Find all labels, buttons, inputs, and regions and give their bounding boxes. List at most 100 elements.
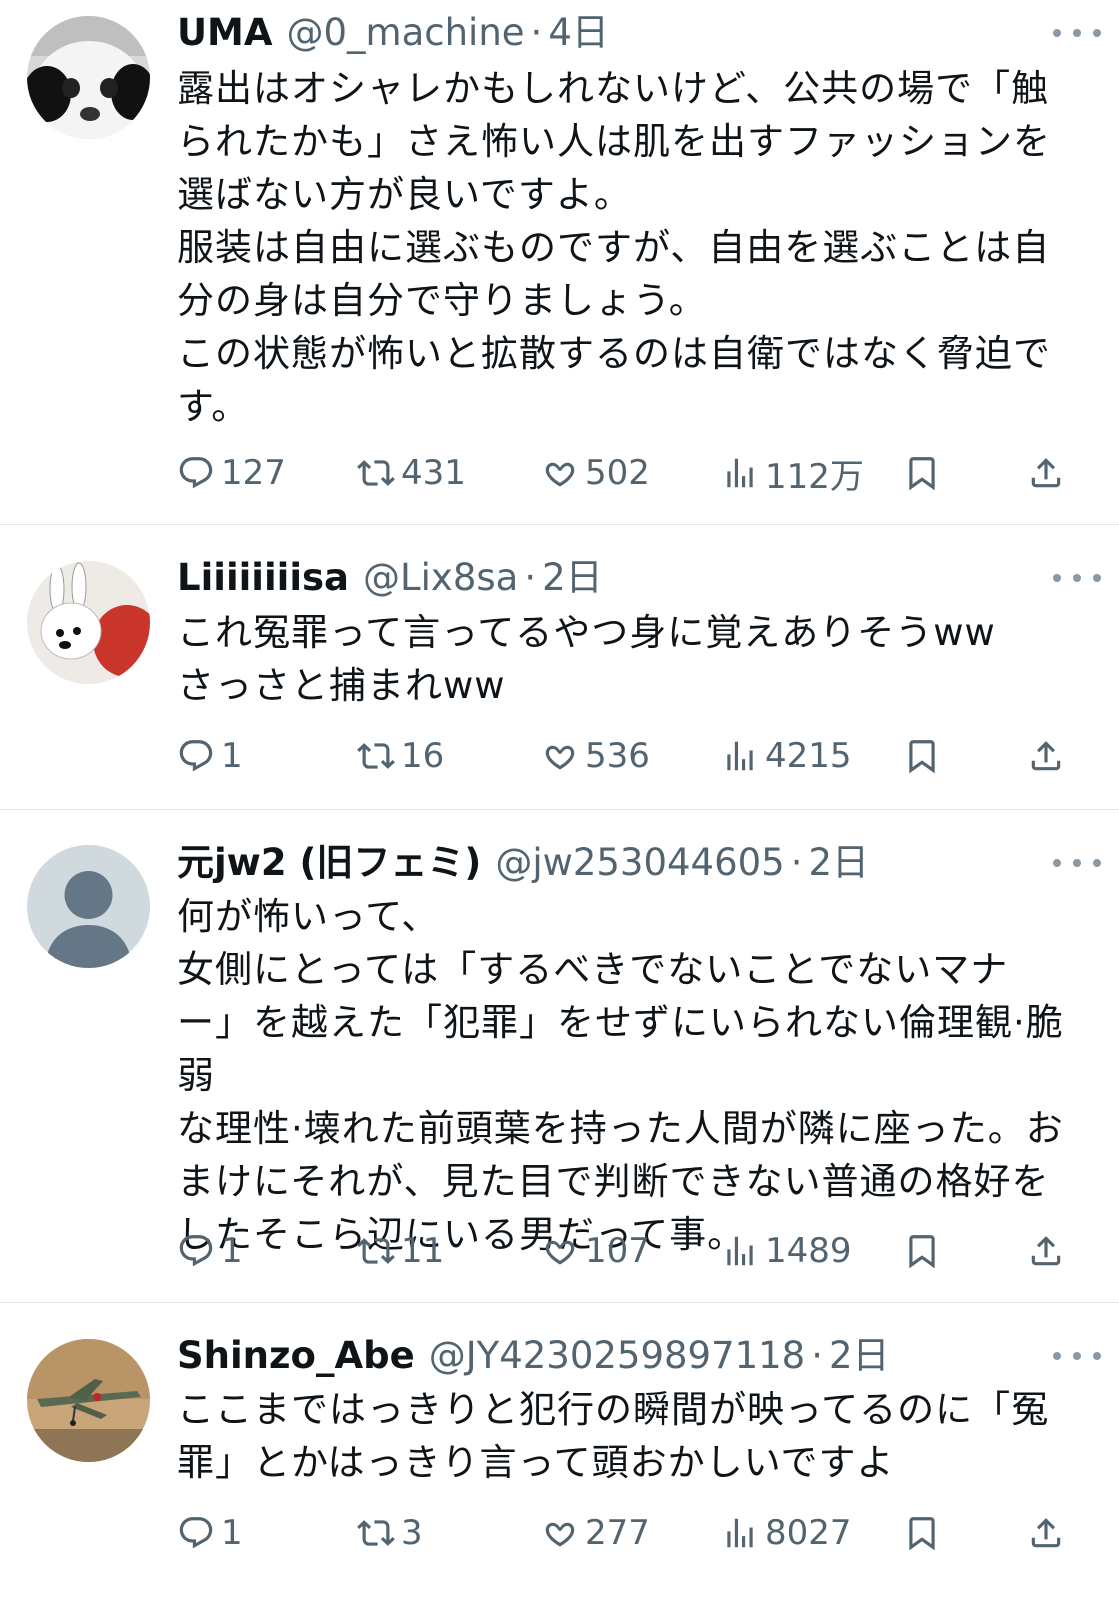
timestamp[interactable]: 2日 bbox=[542, 553, 603, 603]
share-button[interactable] bbox=[1027, 448, 1065, 498]
reply-count: 127 bbox=[221, 453, 286, 493]
retweet-button[interactable]: 11 bbox=[357, 1226, 444, 1276]
reply-count: 1 bbox=[221, 1513, 243, 1553]
like-button[interactable]: 277 bbox=[541, 1508, 650, 1558]
like-button[interactable]: 502 bbox=[541, 448, 650, 498]
timestamp[interactable]: 4日 bbox=[548, 8, 609, 58]
tweet-header: UMA @0_machine · 4日 bbox=[177, 8, 1101, 58]
tweet-text: 露出はオシャレかもしれないけど、公共の場で「触 られたかも」さえ怖い人は肌を出す… bbox=[177, 67, 1051, 428]
share-button[interactable] bbox=[1027, 1226, 1065, 1276]
bookmark-icon bbox=[909, 457, 935, 491]
share-icon bbox=[1031, 741, 1061, 771]
bookmark-icon bbox=[909, 1235, 935, 1269]
retweet-icon bbox=[357, 743, 395, 769]
views-count: 8027 bbox=[765, 1513, 852, 1553]
user-handle[interactable]: @0_machine bbox=[287, 8, 525, 58]
like-button[interactable]: 536 bbox=[541, 731, 650, 781]
more-icon[interactable] bbox=[1053, 563, 1101, 593]
retweet-count: 11 bbox=[401, 1231, 445, 1271]
bookmark-button[interactable] bbox=[903, 1508, 941, 1558]
vintage-airplane-avatar-icon bbox=[27, 1339, 150, 1462]
display-name[interactable]: 元jw2 (旧フェミ) bbox=[177, 838, 481, 888]
display-name[interactable]: Shinzo_Abe bbox=[177, 1331, 415, 1381]
views-button[interactable]: 1489 bbox=[721, 1226, 852, 1276]
avatar[interactable] bbox=[27, 845, 150, 968]
tweet-header: Shinzo_Abe @JY4230259897118 · 2日 bbox=[177, 1331, 1101, 1381]
separator: · bbox=[790, 841, 803, 884]
retweet-icon bbox=[357, 460, 395, 486]
share-icon bbox=[1031, 1518, 1061, 1548]
reply-button[interactable]: 127 bbox=[177, 448, 286, 498]
retweet-icon bbox=[357, 1520, 395, 1546]
action-bar: 1 16 536 4215 bbox=[177, 731, 1119, 781]
more-icon[interactable] bbox=[1053, 18, 1101, 48]
retweet-count: 3 bbox=[401, 1513, 423, 1553]
views-count: 1489 bbox=[765, 1231, 852, 1271]
bookmark-button[interactable] bbox=[903, 448, 941, 498]
tweet[interactable]: 元jw2 (旧フェミ) @jw253044605 · 2日 何が怖いって、 女側… bbox=[0, 810, 1119, 1303]
user-handle[interactable]: @jw253044605 bbox=[495, 838, 784, 888]
share-icon bbox=[1031, 458, 1061, 488]
user-handle[interactable]: @JY4230259897118 bbox=[429, 1331, 806, 1381]
tweet-feed: UMA @0_machine · 4日 露出はオシャレかもしれないけど、公共の場… bbox=[0, 0, 1119, 1613]
heart-icon bbox=[545, 1522, 575, 1547]
reply-count: 1 bbox=[221, 1231, 243, 1271]
reply-icon bbox=[179, 1517, 213, 1549]
share-button[interactable] bbox=[1027, 1508, 1065, 1558]
views-button[interactable]: 4215 bbox=[721, 731, 852, 781]
bookmark-icon bbox=[909, 1517, 935, 1551]
like-count: 536 bbox=[585, 736, 650, 776]
views-icon bbox=[727, 1518, 753, 1548]
panda-plush-avatar-icon bbox=[27, 16, 150, 139]
views-icon bbox=[727, 1236, 753, 1266]
white-rabbit-avatar-icon bbox=[27, 561, 150, 684]
avatar[interactable] bbox=[27, 561, 150, 684]
retweet-count: 431 bbox=[401, 453, 466, 493]
bookmark-button[interactable] bbox=[903, 731, 941, 781]
avatar[interactable] bbox=[27, 1339, 150, 1462]
retweet-button[interactable]: 431 bbox=[357, 448, 466, 498]
tweet-header: 元jw2 (旧フェミ) @jw253044605 · 2日 bbox=[177, 838, 1101, 888]
reply-icon bbox=[179, 740, 213, 772]
like-count: 277 bbox=[585, 1513, 650, 1553]
reply-button[interactable]: 1 bbox=[177, 1508, 243, 1558]
tweet-text: これ冤罪って言ってるやつ身に覚えありそうww さっさと捕まれww bbox=[177, 611, 996, 707]
share-icon bbox=[1031, 1236, 1061, 1266]
views-count: 112万 bbox=[765, 456, 864, 497]
bookmark-button[interactable] bbox=[903, 1226, 941, 1276]
more-icon[interactable] bbox=[1053, 848, 1101, 878]
tweet[interactable]: UMA @0_machine · 4日 露出はオシャレかもしれないけど、公共の場… bbox=[0, 0, 1119, 525]
tweet-text: 何が怖いって、 女側にとっては「するべきでないことでないマナ ー」を越えた「犯罪… bbox=[177, 895, 1064, 1256]
retweet-count: 16 bbox=[401, 736, 445, 776]
tweet[interactable]: Shinzo_Abe @JY4230259897118 · 2日 ここまではっき… bbox=[0, 1303, 1119, 1613]
heart-icon bbox=[545, 462, 575, 487]
retweet-button[interactable]: 3 bbox=[357, 1508, 423, 1558]
timestamp[interactable]: 2日 bbox=[808, 838, 869, 888]
share-button[interactable] bbox=[1027, 731, 1065, 781]
reply-button[interactable]: 1 bbox=[177, 1226, 243, 1276]
default-person-avatar-icon bbox=[27, 845, 150, 968]
views-icon bbox=[727, 458, 753, 488]
heart-icon bbox=[545, 745, 575, 770]
like-button[interactable]: 107 bbox=[541, 1226, 650, 1276]
action-bar: 127 431 502 112万 bbox=[177, 448, 1119, 498]
reply-count: 1 bbox=[221, 736, 243, 776]
more-icon[interactable] bbox=[1053, 1341, 1101, 1371]
like-count: 502 bbox=[585, 453, 650, 493]
avatar[interactable] bbox=[27, 16, 150, 139]
user-handle[interactable]: @Lix8sa bbox=[363, 553, 518, 603]
retweet-button[interactable]: 16 bbox=[357, 731, 444, 781]
action-bar: 1 11 107 1489 bbox=[177, 1226, 1119, 1276]
display-name[interactable]: Liiiiiiiisa bbox=[177, 553, 349, 603]
display-name[interactable]: UMA bbox=[177, 8, 273, 58]
separator: · bbox=[530, 11, 543, 54]
reply-icon bbox=[179, 457, 213, 489]
reply-button[interactable]: 1 bbox=[177, 731, 243, 781]
views-button[interactable]: 112万 bbox=[721, 448, 864, 498]
action-bar: 1 3 277 8027 bbox=[177, 1508, 1119, 1558]
timestamp[interactable]: 2日 bbox=[829, 1331, 890, 1381]
retweet-icon bbox=[357, 1238, 395, 1264]
tweet[interactable]: Liiiiiiiisa @Lix8sa · 2日 これ冤罪って言ってるやつ身に覚… bbox=[0, 525, 1119, 810]
views-button[interactable]: 8027 bbox=[721, 1508, 852, 1558]
reply-icon bbox=[179, 1235, 213, 1267]
